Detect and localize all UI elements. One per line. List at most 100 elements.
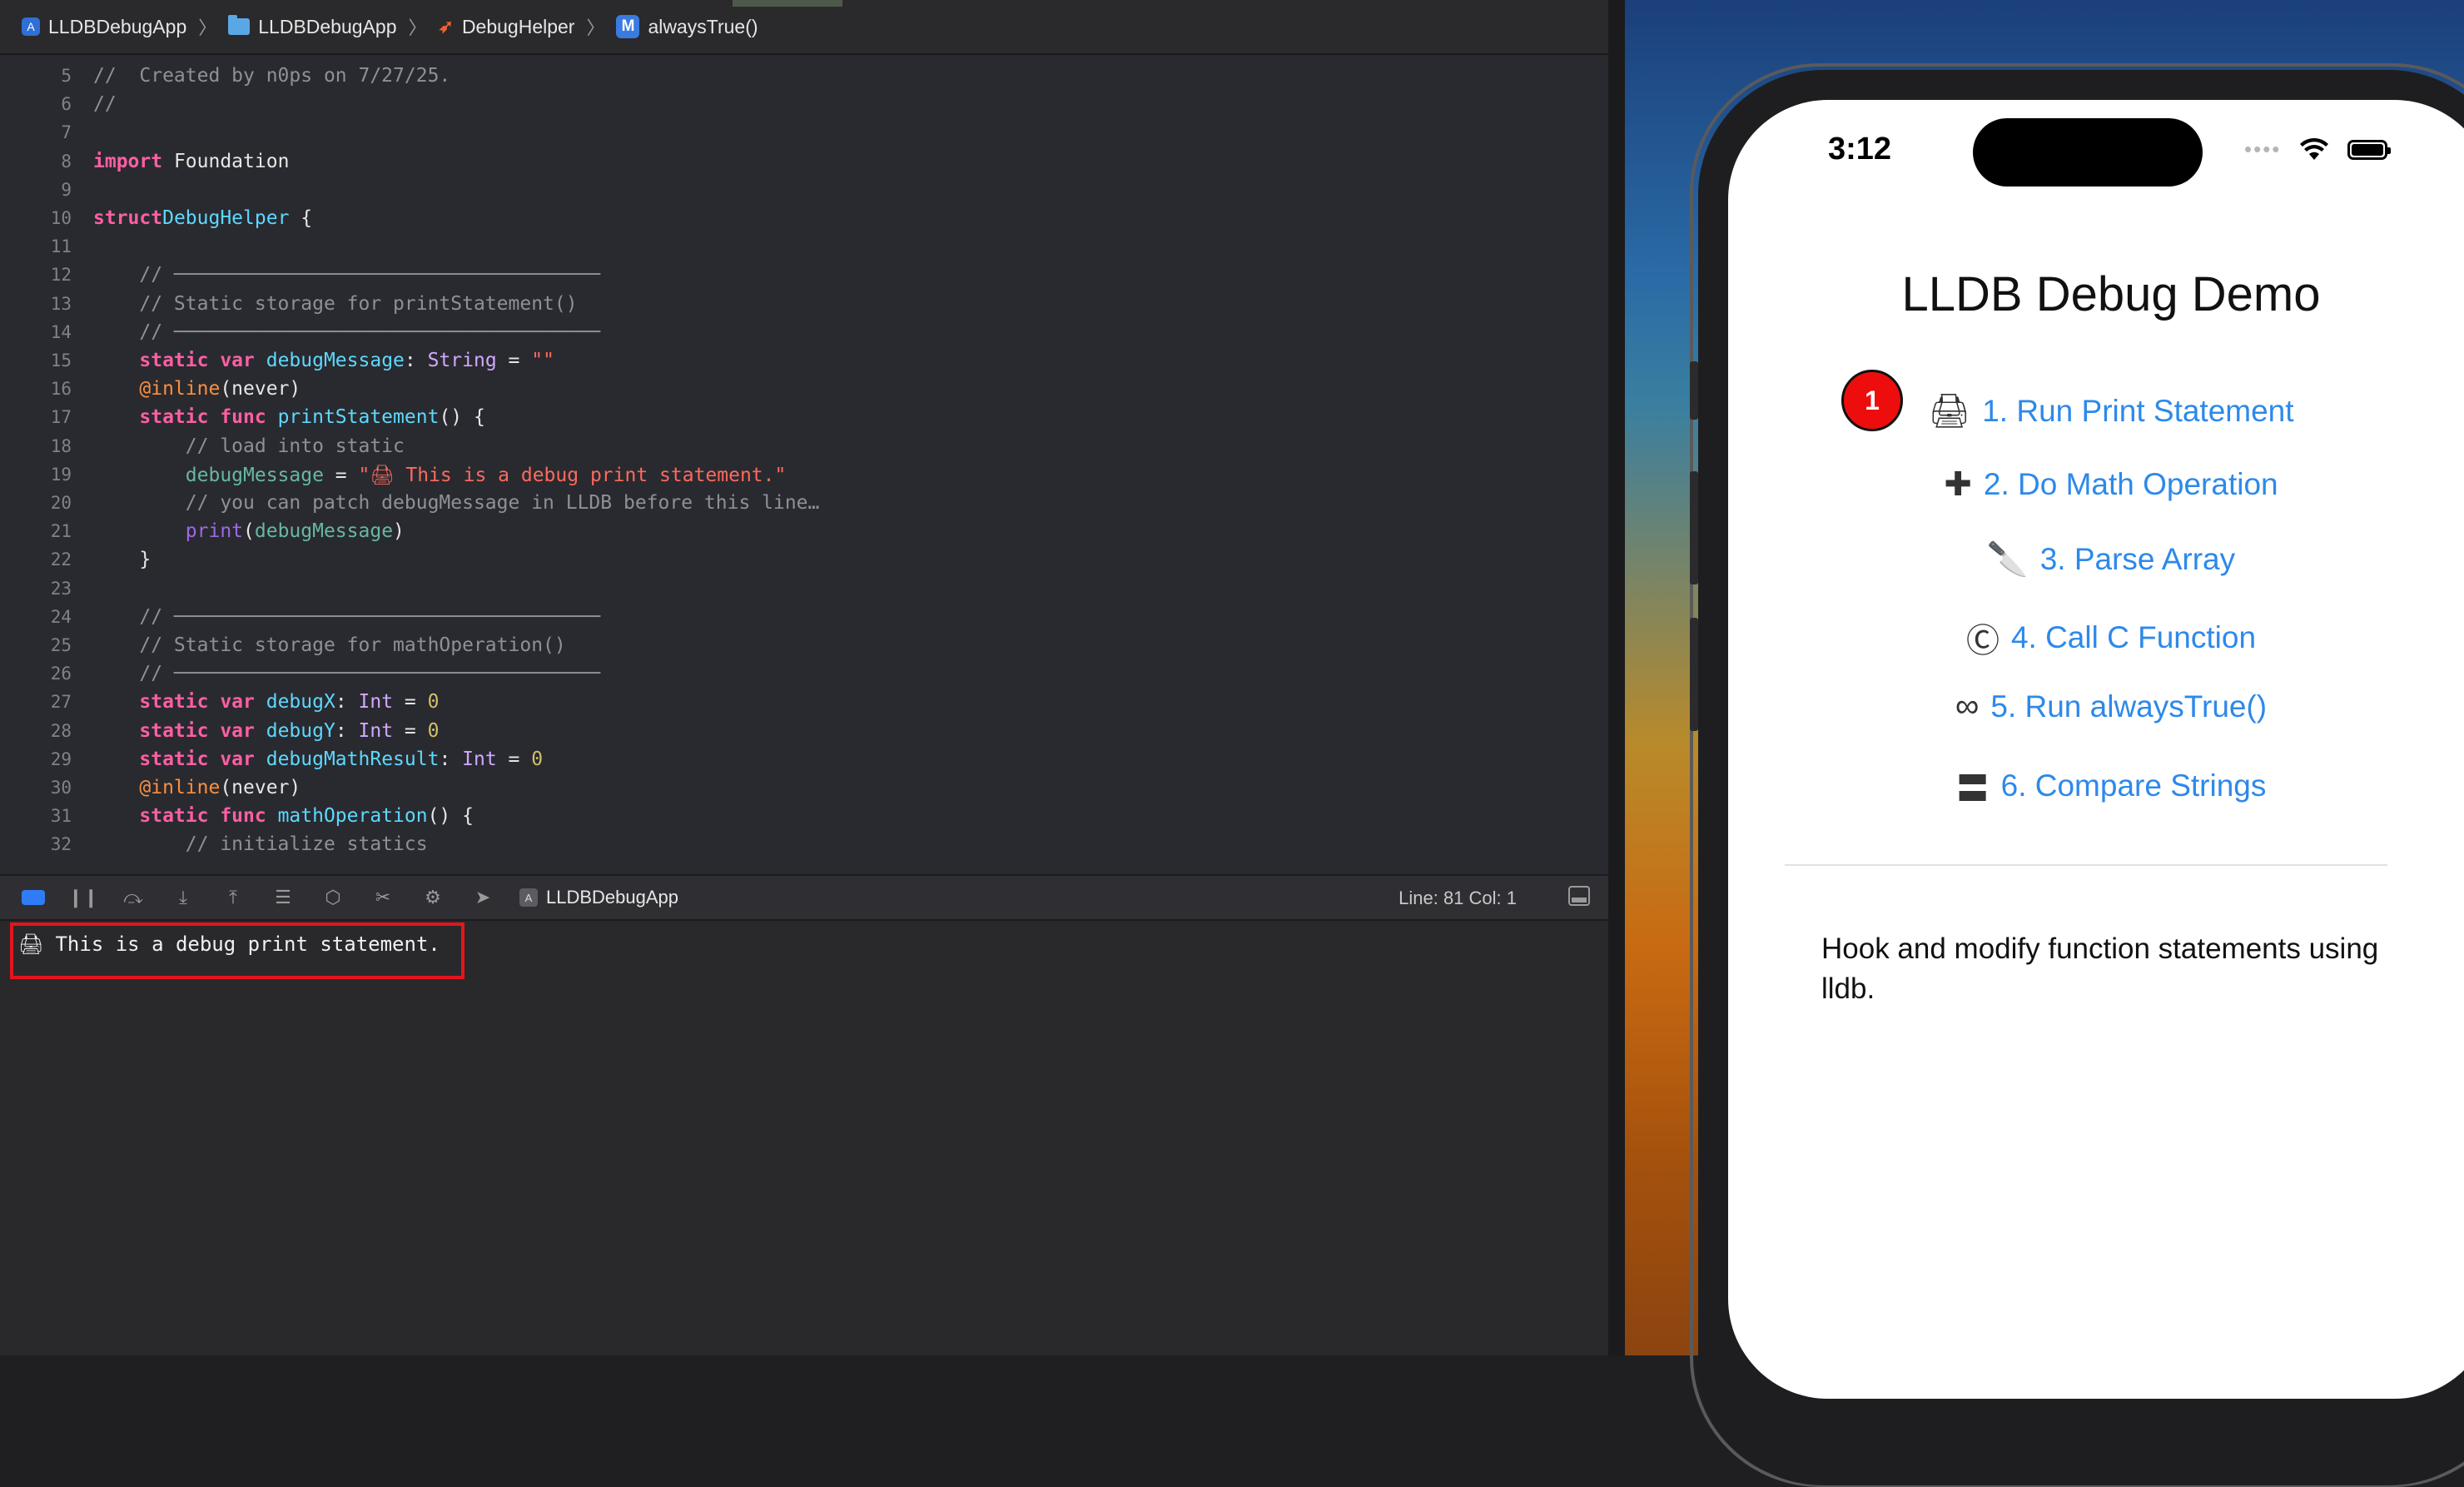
code-function: print bbox=[93, 520, 244, 543]
line-number: 32 bbox=[50, 834, 72, 855]
debug-console[interactable]: 🖨 This is a debug print statement. bbox=[0, 921, 1608, 1355]
breadcrumb-file[interactable]: ➶ DebugHelper bbox=[439, 16, 575, 38]
panel-toggle-icon[interactable] bbox=[1568, 886, 1590, 906]
line-number: 23 bbox=[50, 578, 72, 599]
breadcrumb-folder-label: LLDBDebugApp bbox=[258, 15, 397, 37]
line-number: 9 bbox=[61, 179, 72, 200]
code-line[interactable]: static func printStatement() { bbox=[93, 406, 485, 429]
simulate-icon[interactable]: ⚙ bbox=[416, 881, 450, 914]
signal-dots-icon: •••• bbox=[2244, 137, 2282, 162]
breadcrumb-project[interactable]: A LLDBDebugApp bbox=[22, 16, 186, 38]
pause-icon[interactable]: ❙❙ bbox=[67, 881, 100, 914]
step-over-icon[interactable]: ⤼ bbox=[117, 881, 150, 914]
code-comment: // bbox=[93, 93, 117, 116]
code-line[interactable]: } bbox=[93, 549, 151, 570]
code-line[interactable]: print(debugMessage) bbox=[93, 520, 405, 542]
code-name: debugMathResult bbox=[266, 748, 440, 770]
line-number: 25 bbox=[50, 635, 72, 655]
menu-item-compare-strings[interactable]: 〓 6. Compare Strings bbox=[1728, 762, 2464, 810]
code-line[interactable]: // bbox=[93, 93, 117, 115]
code-punct: () { bbox=[439, 406, 485, 429]
code-line[interactable]: static var debugX: Int = 0 bbox=[93, 691, 439, 713]
line-number: 15 bbox=[50, 351, 72, 371]
code-line[interactable]: // Created by n0ps on 7/27/25. bbox=[93, 65, 450, 87]
debug-target[interactable]: A LLDBDebugApp bbox=[519, 887, 678, 908]
code-punct: () { bbox=[427, 805, 474, 828]
code-number: 0 bbox=[427, 691, 440, 714]
code-line[interactable]: static var debugMessage: String = "" bbox=[93, 350, 554, 371]
code-keyword: static var bbox=[93, 719, 266, 742]
menu-item-label: 2. Do Math Operation bbox=[1983, 467, 2278, 501]
code-line[interactable]: import Foundation bbox=[93, 151, 289, 172]
code-comment: // Created by n0ps on 7/27/25. bbox=[93, 65, 451, 87]
code-line[interactable]: // initialize statics bbox=[93, 833, 428, 855]
code-line[interactable]: // Static storage for mathOperation() bbox=[93, 634, 566, 656]
code-punct: : bbox=[335, 719, 359, 742]
code-line[interactable]: // ───────────────────────────────────── bbox=[93, 606, 600, 628]
menu-item-call-c-function[interactable]: Ⓒ 4. Call C Function bbox=[1728, 614, 2464, 662]
code-line[interactable]: // you can patch debugMessage in LLDB be… bbox=[93, 492, 820, 514]
breadcrumb-method[interactable]: M alwaysTrue() bbox=[616, 15, 758, 38]
code-number: 0 bbox=[531, 748, 544, 770]
xcode-window: A LLDBDebugApp 〉 LLDBDebugApp 〉 ➶ DebugH… bbox=[0, 0, 1608, 1355]
code-line[interactable]: @inline(never) bbox=[93, 777, 301, 798]
code-type: Int bbox=[358, 691, 394, 714]
menu-item-print-statement[interactable]: 🖨 1. Run Print Statement bbox=[1728, 391, 2464, 430]
code-line[interactable]: debugMessage = "🖨 This is a debug print … bbox=[93, 464, 787, 486]
phone-volume-down bbox=[1690, 618, 1698, 731]
step-into-icon[interactable]: ⤓ bbox=[166, 881, 200, 914]
console-output-text: This is a debug print statement. bbox=[55, 932, 440, 956]
line-number: 31 bbox=[50, 806, 72, 827]
code-type: Int bbox=[462, 748, 497, 770]
code-line[interactable]: // Static storage for printStatement() bbox=[93, 292, 578, 315]
code-comment: // you can patch debugMessage in LLDB be… bbox=[93, 492, 820, 514]
menu-item-always-true[interactable]: ∞ 5. Run alwaysTrue() bbox=[1728, 688, 2464, 725]
code-punct: Foundation bbox=[162, 150, 290, 172]
debug-target-label: LLDBDebugApp bbox=[546, 887, 679, 908]
breadcrumb-folder[interactable]: LLDBDebugApp bbox=[228, 15, 397, 38]
code-punct: : bbox=[439, 748, 463, 770]
code-punct: = bbox=[393, 719, 428, 742]
line-number: 28 bbox=[50, 720, 72, 741]
code-line[interactable]: static var debugMathResult: Int = 0 bbox=[93, 748, 543, 770]
step-out-icon[interactable]: ⤒ bbox=[216, 881, 250, 914]
code-line[interactable]: @inline(never) bbox=[93, 378, 301, 400]
folder-icon bbox=[228, 15, 251, 35]
menu-item-math-operation[interactable]: ✚ 2. Do Math Operation bbox=[1728, 465, 2464, 504]
code-line[interactable]: // load into static bbox=[93, 435, 405, 457]
line-number: 13 bbox=[50, 293, 72, 314]
location-icon[interactable]: ➤ bbox=[466, 881, 499, 914]
code-punct: (never) bbox=[220, 378, 301, 400]
code-name: debugMessage bbox=[266, 350, 405, 371]
line-number: 22 bbox=[50, 550, 72, 570]
memory-graph-icon[interactable]: ⬡ bbox=[316, 881, 350, 914]
breadcrumb: A LLDBDebugApp 〉 LLDBDebugApp 〉 ➶ DebugH… bbox=[0, 0, 1608, 55]
line-number: 29 bbox=[50, 748, 72, 769]
menu-item-parse-array[interactable]: 🔪 3. Parse Array bbox=[1728, 540, 2464, 579]
code-line[interactable]: static func mathOperation() { bbox=[93, 805, 474, 827]
phone-action-button bbox=[1690, 361, 1698, 420]
code-keyword: static func bbox=[93, 805, 278, 828]
code-line[interactable]: // ───────────────────────────────────── bbox=[93, 264, 600, 286]
code-keyword: static func bbox=[93, 406, 278, 429]
code-punct: : bbox=[335, 691, 359, 714]
status-time: 3:12 bbox=[1828, 132, 1892, 167]
menu-item-label: 6. Compare Strings bbox=[2000, 768, 2267, 803]
line-number: 12 bbox=[50, 265, 72, 286]
code-line[interactable]: structDebugHelper { bbox=[93, 207, 312, 229]
code-line[interactable]: // ───────────────────────────────────── bbox=[93, 321, 600, 343]
view-hierarchy-icon[interactable]: ☰ bbox=[266, 881, 300, 914]
menu-item-label: 1. Run Print Statement bbox=[1982, 393, 2294, 428]
code-string: "🖨 This is a debug print statement." bbox=[358, 464, 787, 486]
code-comment: // Static storage for printStatement() bbox=[93, 292, 578, 315]
code-line[interactable]: static var debugY: Int = 0 bbox=[93, 720, 439, 742]
equals-icon: 〓 bbox=[1955, 771, 1990, 808]
code-line[interactable]: // ───────────────────────────────────── bbox=[93, 663, 600, 684]
code-editor[interactable]: 5 // Created by n0ps on 7/27/25. 6 // 7 8 impo… bbox=[0, 57, 1608, 874]
code-comment: // Static storage for mathOperation() bbox=[93, 634, 566, 656]
code-type: Int bbox=[358, 719, 394, 742]
code-name: debugX bbox=[266, 691, 335, 714]
breakpoints-toggle-icon[interactable] bbox=[17, 881, 50, 914]
battery-icon bbox=[2347, 139, 2392, 160]
environment-icon[interactable]: ✂ bbox=[366, 881, 400, 914]
